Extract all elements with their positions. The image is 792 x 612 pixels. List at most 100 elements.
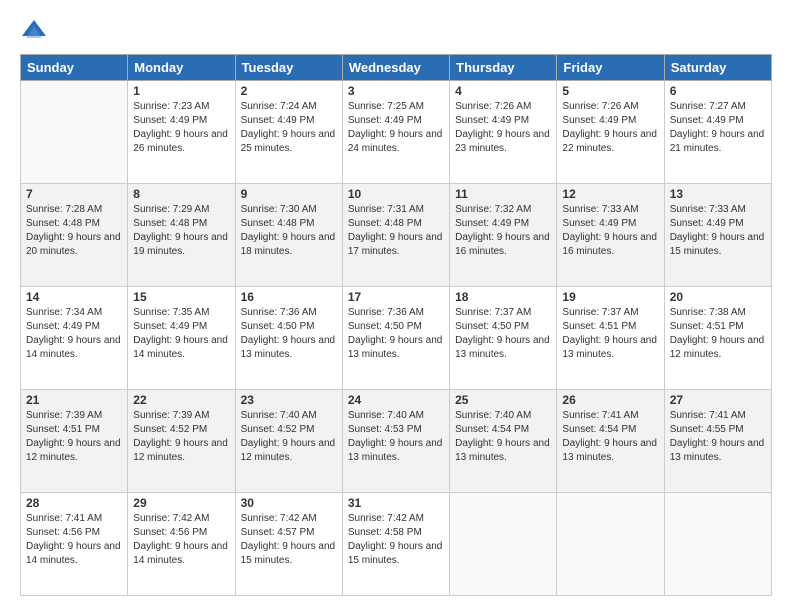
calendar-cell: 16 Sunrise: 7:36 AMSunset: 4:50 PMDayligh… — [235, 287, 342, 390]
calendar-cell: 5 Sunrise: 7:26 AMSunset: 4:49 PMDaylight… — [557, 81, 664, 184]
calendar-cell: 28 Sunrise: 7:41 AMSunset: 4:56 PMDayligh… — [21, 493, 128, 596]
day-info: Sunrise: 7:27 AMSunset: 4:49 PMDaylight:… — [670, 100, 766, 156]
calendar-cell: 12 Sunrise: 7:33 AMSunset: 4:49 PMDayligh… — [557, 184, 664, 287]
col-header-saturday: Saturday — [664, 55, 771, 81]
calendar-cell: 19 Sunrise: 7:37 AMSunset: 4:51 PMDayligh… — [557, 287, 664, 390]
calendar-cell: 27 Sunrise: 7:41 AMSunset: 4:55 PMDayligh… — [664, 390, 771, 493]
day-number: 15 — [133, 290, 229, 304]
day-info: Sunrise: 7:39 AMSunset: 4:51 PMDaylight:… — [26, 409, 122, 465]
calendar-cell: 9 Sunrise: 7:30 AMSunset: 4:48 PMDaylight… — [235, 184, 342, 287]
day-info: Sunrise: 7:34 AMSunset: 4:49 PMDaylight:… — [26, 306, 122, 362]
day-info: Sunrise: 7:29 AMSunset: 4:48 PMDaylight:… — [133, 203, 229, 259]
day-number: 1 — [133, 84, 229, 98]
calendar-cell: 4 Sunrise: 7:26 AMSunset: 4:49 PMDaylight… — [450, 81, 557, 184]
calendar-cell: 11 Sunrise: 7:32 AMSunset: 4:49 PMDayligh… — [450, 184, 557, 287]
calendar-table: SundayMondayTuesdayWednesdayThursdayFrid… — [20, 54, 772, 596]
calendar-cell — [21, 81, 128, 184]
day-info: Sunrise: 7:37 AMSunset: 4:50 PMDaylight:… — [455, 306, 551, 362]
day-number: 29 — [133, 496, 229, 510]
calendar-cell: 21 Sunrise: 7:39 AMSunset: 4:51 PMDayligh… — [21, 390, 128, 493]
calendar-cell: 24Sunrise: 7:40 AMSunset: 4:53 PMDayligh… — [342, 390, 449, 493]
day-info: Sunrise: 7:30 AMSunset: 4:48 PMDaylight:… — [241, 203, 337, 259]
day-info: Sunrise: 7:35 AMSunset: 4:49 PMDaylight:… — [133, 306, 229, 362]
day-number: 27 — [670, 393, 766, 407]
day-info: Sunrise: 7:41 AMSunset: 4:55 PMDaylight:… — [670, 409, 766, 465]
day-number: 10 — [348, 187, 444, 201]
calendar-cell: 18 Sunrise: 7:37 AMSunset: 4:50 PMDayligh… — [450, 287, 557, 390]
day-number: 31 — [348, 496, 444, 510]
col-header-monday: Monday — [128, 55, 235, 81]
calendar-cell — [557, 493, 664, 596]
day-info: Sunrise: 7:24 AMSunset: 4:49 PMDaylight:… — [241, 100, 337, 156]
day-info: Sunrise: 7:36 AMSunset: 4:50 PMDaylight:… — [241, 306, 337, 362]
day-number: 28 — [26, 496, 122, 510]
day-info: Sunrise: 7:39 AMSunset: 4:52 PMDaylight:… — [133, 409, 229, 465]
day-number: 4 — [455, 84, 551, 98]
day-info: Sunrise: 7:23 AMSunset: 4:49 PMDaylight:… — [133, 100, 229, 156]
calendar-cell: 6 Sunrise: 7:27 AMSunset: 4:49 PMDaylight… — [664, 81, 771, 184]
calendar-cell: 25Sunrise: 7:40 AMSunset: 4:54 PMDayligh… — [450, 390, 557, 493]
day-number: 20 — [670, 290, 766, 304]
day-number: 26 — [562, 393, 658, 407]
calendar-cell: 13 Sunrise: 7:33 AMSunset: 4:49 PMDayligh… — [664, 184, 771, 287]
day-info: Sunrise: 7:26 AMSunset: 4:49 PMDaylight:… — [562, 100, 658, 156]
day-info: Sunrise: 7:26 AMSunset: 4:49 PMDaylight:… — [455, 100, 551, 156]
calendar-cell: 22 Sunrise: 7:39 AMSunset: 4:52 PMDayligh… — [128, 390, 235, 493]
calendar-cell: 10 Sunrise: 7:31 AMSunset: 4:48 PMDayligh… — [342, 184, 449, 287]
calendar-cell: 29Sunrise: 7:42 AMSunset: 4:56 PMDayligh… — [128, 493, 235, 596]
day-number: 14 — [26, 290, 122, 304]
page: SundayMondayTuesdayWednesdayThursdayFrid… — [0, 0, 792, 612]
calendar-cell: 3 Sunrise: 7:25 AMSunset: 4:49 PMDaylight… — [342, 81, 449, 184]
logo-icon — [20, 16, 48, 44]
day-info: Sunrise: 7:41 AMSunset: 4:56 PMDaylight:… — [26, 512, 122, 568]
calendar-cell: 31Sunrise: 7:42 AMSunset: 4:58 PMDayligh… — [342, 493, 449, 596]
day-info: Sunrise: 7:38 AMSunset: 4:51 PMDaylight:… — [670, 306, 766, 362]
day-number: 5 — [562, 84, 658, 98]
day-info: Sunrise: 7:33 AMSunset: 4:49 PMDaylight:… — [670, 203, 766, 259]
day-info: Sunrise: 7:42 AMSunset: 4:57 PMDaylight:… — [241, 512, 337, 568]
calendar-cell: 20 Sunrise: 7:38 AMSunset: 4:51 PMDayligh… — [664, 287, 771, 390]
calendar-cell: 26 Sunrise: 7:41 AMSunset: 4:54 PMDayligh… — [557, 390, 664, 493]
calendar-week-row: 14 Sunrise: 7:34 AMSunset: 4:49 PMDayligh… — [21, 287, 772, 390]
calendar-header-row: SundayMondayTuesdayWednesdayThursdayFrid… — [21, 55, 772, 81]
calendar-cell — [664, 493, 771, 596]
day-number: 25 — [455, 393, 551, 407]
day-number: 9 — [241, 187, 337, 201]
col-header-sunday: Sunday — [21, 55, 128, 81]
calendar-week-row: 21 Sunrise: 7:39 AMSunset: 4:51 PMDayligh… — [21, 390, 772, 493]
day-number: 17 — [348, 290, 444, 304]
day-number: 18 — [455, 290, 551, 304]
calendar-cell: 8Sunrise: 7:29 AMSunset: 4:48 PMDaylight… — [128, 184, 235, 287]
day-info: Sunrise: 7:31 AMSunset: 4:48 PMDaylight:… — [348, 203, 444, 259]
day-info: Sunrise: 7:40 AMSunset: 4:53 PMDaylight:… — [348, 409, 444, 465]
calendar-cell: 17Sunrise: 7:36 AMSunset: 4:50 PMDayligh… — [342, 287, 449, 390]
col-header-wednesday: Wednesday — [342, 55, 449, 81]
calendar-week-row: 1 Sunrise: 7:23 AMSunset: 4:49 PMDaylight… — [21, 81, 772, 184]
day-number: 12 — [562, 187, 658, 201]
col-header-tuesday: Tuesday — [235, 55, 342, 81]
calendar-cell: 1 Sunrise: 7:23 AMSunset: 4:49 PMDaylight… — [128, 81, 235, 184]
calendar-week-row: 28 Sunrise: 7:41 AMSunset: 4:56 PMDayligh… — [21, 493, 772, 596]
day-number: 3 — [348, 84, 444, 98]
day-info: Sunrise: 7:33 AMSunset: 4:49 PMDaylight:… — [562, 203, 658, 259]
day-number: 11 — [455, 187, 551, 201]
col-header-thursday: Thursday — [450, 55, 557, 81]
day-info: Sunrise: 7:32 AMSunset: 4:49 PMDaylight:… — [455, 203, 551, 259]
day-number: 13 — [670, 187, 766, 201]
calendar-cell: 2Sunrise: 7:24 AMSunset: 4:49 PMDaylight… — [235, 81, 342, 184]
day-info: Sunrise: 7:41 AMSunset: 4:54 PMDaylight:… — [562, 409, 658, 465]
day-number: 21 — [26, 393, 122, 407]
day-info: Sunrise: 7:25 AMSunset: 4:49 PMDaylight:… — [348, 100, 444, 156]
day-info: Sunrise: 7:37 AMSunset: 4:51 PMDaylight:… — [562, 306, 658, 362]
calendar-cell: 30 Sunrise: 7:42 AMSunset: 4:57 PMDayligh… — [235, 493, 342, 596]
logo — [20, 16, 52, 44]
day-number: 30 — [241, 496, 337, 510]
col-header-friday: Friday — [557, 55, 664, 81]
day-number: 19 — [562, 290, 658, 304]
calendar-cell — [450, 493, 557, 596]
day-number: 16 — [241, 290, 337, 304]
day-number: 23 — [241, 393, 337, 407]
day-number: 22 — [133, 393, 229, 407]
day-number: 6 — [670, 84, 766, 98]
calendar-cell: 15 Sunrise: 7:35 AMSunset: 4:49 PMDayligh… — [128, 287, 235, 390]
